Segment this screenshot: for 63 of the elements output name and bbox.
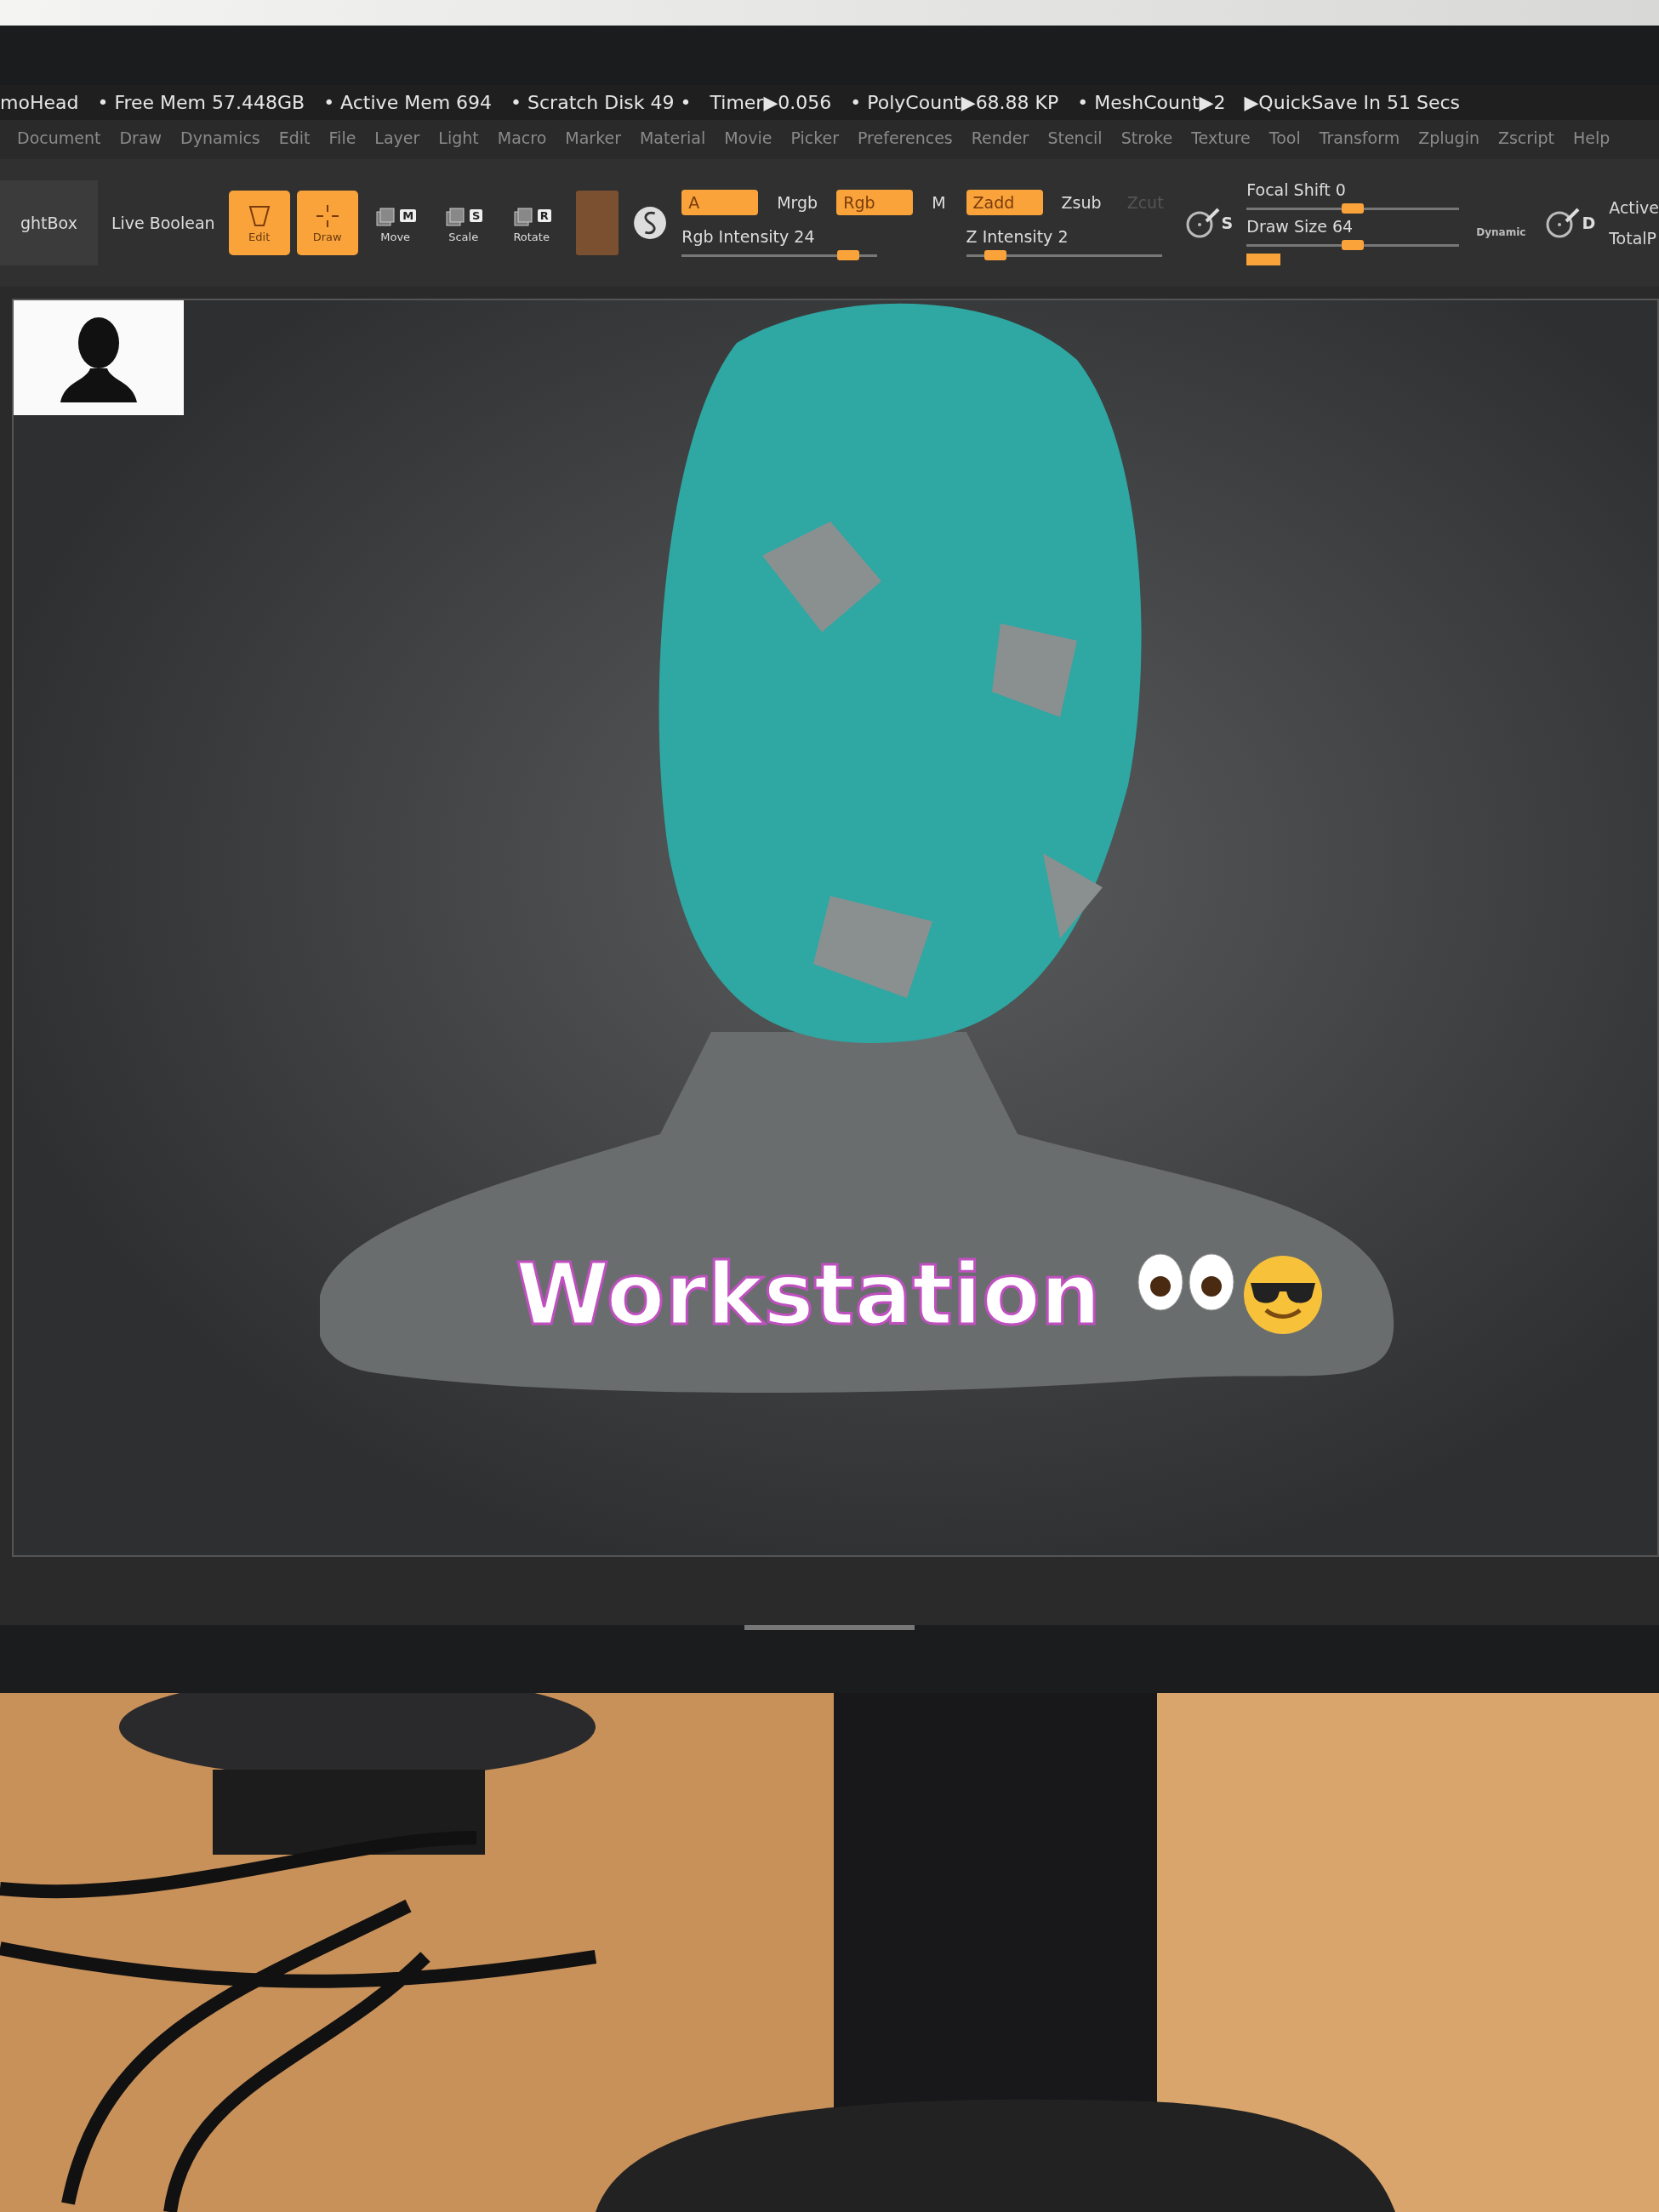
key-label: S [469,209,483,222]
slider-thumb[interactable] [1342,203,1365,214]
menu-item[interactable]: Texture [1191,128,1251,147]
slider-label: Z Intensity 2 [966,226,1069,246]
mode-toggle[interactable]: Mrgb [770,189,825,215]
menu-item[interactable]: Stencil [1047,128,1103,147]
menu-item[interactable]: Edit [278,128,311,147]
slider-thumb[interactable] [836,249,859,260]
tool-icon [314,202,340,229]
status-item: • PolyCount▶68.88 KP [850,92,1059,113]
caption-text: Workstation [516,1245,1102,1344]
slider-label: Focal Shift 0 [1246,180,1347,199]
menu-item[interactable]: Layer [374,128,420,147]
menu-item[interactable]: Transform [1319,128,1400,147]
lightbox-button[interactable]: ghtBox [0,180,98,265]
mode-toggle[interactable]: Rgb [836,189,914,215]
status-item: ▶QuickSave In 51 Secs [1244,92,1461,113]
tool-button[interactable]: Draw [296,191,358,255]
slider-label: Draw Size 64 [1246,217,1354,236]
status-item: • Scratch Disk 49 • [510,92,692,113]
project-name: moHead [0,92,79,113]
live-boolean-button[interactable]: Live Boolean [111,214,215,232]
tool-button[interactable]: S Scale [432,191,494,255]
status-item: • MeshCount▶2 [1077,92,1226,113]
key-label: M [400,209,417,222]
menu-item[interactable]: Zplugin [1418,128,1479,147]
mode-toggle[interactable]: M [925,189,953,215]
info-label: Active [1609,198,1659,217]
slider-label: Rgb Intensity 24 [681,226,816,246]
mode-toggle[interactable]: A [681,189,759,215]
menu-item[interactable]: Picker [790,128,839,147]
mode-toggle[interactable]: Zsub [1054,189,1109,215]
menu-item[interactable]: Dynamics [180,128,260,147]
tool-button[interactable]: Edit [228,191,290,255]
menu-item[interactable]: Stroke [1120,128,1173,147]
key-label: D [1582,214,1596,232]
toggle-button[interactable] [1246,254,1281,265]
menu-item[interactable]: Light [438,128,479,147]
key-label: R [537,209,551,222]
menu-item[interactable]: Movie [724,128,772,147]
menu-item[interactable]: Draw [119,128,162,147]
status-item: • Free Mem 57.448GB [97,92,305,113]
material-swatch[interactable] [575,191,619,255]
tool-button[interactable]: M Move [364,191,426,255]
status-item: Timer▶0.056 [710,92,832,113]
info-label: TotalP [1609,229,1658,248]
tool-button[interactable]: R Rotate [500,191,562,255]
slider-thumb[interactable] [984,249,1007,260]
menu-item[interactable]: Marker [565,128,621,147]
menu-item[interactable]: Render [971,128,1029,147]
menu-item[interactable]: Tool [1268,128,1301,147]
menu-item[interactable]: Preferences [858,128,953,147]
menu-item[interactable]: File [328,128,356,147]
menu-item[interactable]: Help [1572,128,1611,147]
menu-item[interactable]: Material [639,128,706,147]
menu-item[interactable]: Macro [497,128,547,147]
menu-item[interactable]: Document [17,128,101,147]
dynamic-button[interactable]: Dynamic [1471,225,1531,239]
key-label: S [1221,214,1234,232]
slider-thumb[interactable] [1342,240,1365,250]
mode-toggle[interactable]: Zadd [966,189,1043,215]
menu-item[interactable]: Zscript [1497,128,1554,147]
status-item: • Active Mem 694 [323,92,493,113]
